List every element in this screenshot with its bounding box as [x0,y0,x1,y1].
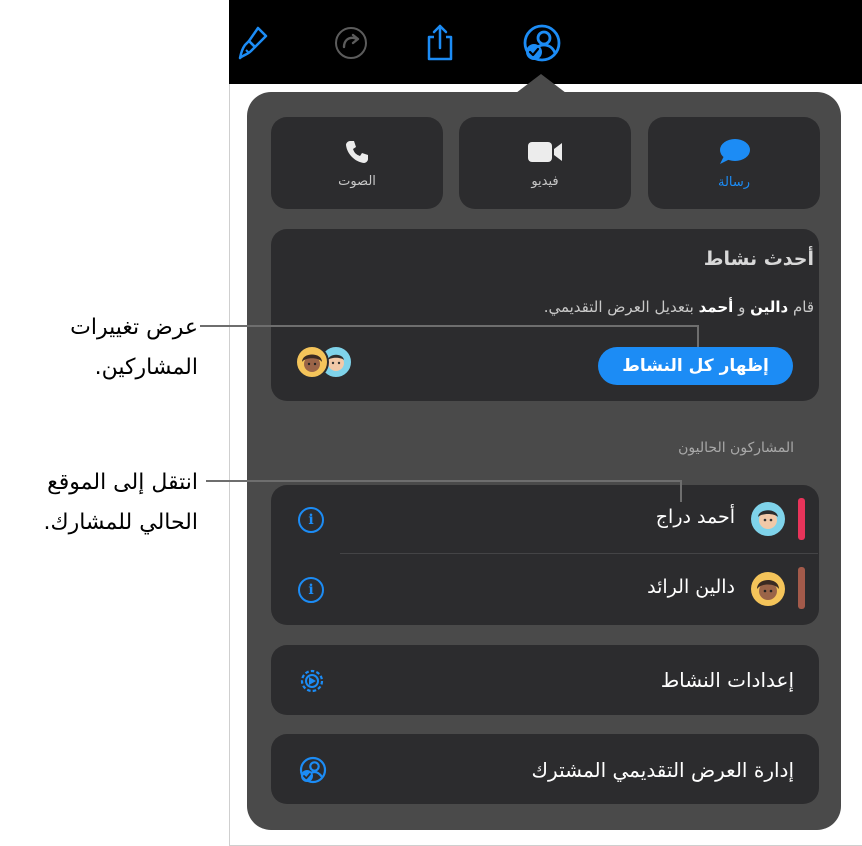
callout-show-changes: عرض تغييرات المشاركين. [0,308,198,388]
callout-go-to-location: انتقل إلى الموقع الحالي للمشارك. [0,463,198,543]
activity-conjunction: و [738,298,746,316]
activity-person-one: دالين [750,298,789,316]
activity-text-suffix: بتعديل العرض التقديمي. [543,298,694,316]
current-participants-label: المشاركون الحاليون [678,440,794,456]
callout-leader-line [200,325,698,327]
callout-show-changes-line2: المشاركين. [94,355,198,380]
manage-collaboration-icon [298,755,328,789]
participant-name[interactable]: دالين الرائد [647,576,735,598]
callout-go-to-location-line2: الحالي للمشارك. [43,510,198,535]
info-icon[interactable]: i [298,577,324,603]
participant-color-bar-ahmad [798,498,805,540]
manage-shared-presentation-label: إدارة العرض التقديمي المشترك [531,758,794,782]
video-label: فيديو [531,173,559,189]
activity-settings-icon [298,667,326,699]
participant-avatar-dalin [751,572,785,606]
info-icon[interactable]: i [298,507,324,533]
paintbrush-icon[interactable] [232,22,274,64]
callout-leader-line [697,325,699,347]
activity-text: قام دالين و أحمد بتعديل العرض التقديمي. [544,298,814,316]
callout-leader-line [206,480,681,482]
activity-text-prefix: قام [792,298,814,316]
callout-leader-line [680,480,682,502]
activity-title: أحدث نشاط [703,248,814,270]
toolbar [229,0,862,84]
video-button[interactable]: فيديو [459,117,631,209]
participant-avatar-ahmad [751,502,785,536]
message-label: رسالة [717,174,751,190]
callout-show-changes-line1: عرض تغييرات [70,315,198,340]
avatar-dalin [295,345,329,379]
activity-settings-label: إعدادات النشاط [660,668,794,692]
audio-button[interactable]: الصوت [271,117,443,209]
share-icon[interactable] [419,22,461,64]
participant-name[interactable]: أحمد دراج [656,506,735,528]
message-bubble-icon [720,138,750,164]
participants-card [271,485,819,625]
participant-color-bar-dalin [798,567,805,609]
collaboration-icon[interactable] [521,22,563,64]
participants-divider [340,553,818,554]
activity-person-two: أحمد [698,298,734,316]
callout-go-to-location-line1: انتقل إلى الموقع [47,470,198,495]
message-button[interactable]: رسالة [648,117,820,209]
popover-arrow [516,74,566,93]
phone-icon [346,140,368,163]
redo-icon[interactable] [330,22,372,64]
video-camera-icon [528,141,562,162]
show-all-activity-button[interactable]: إظهار كل النشاط [598,347,793,385]
audio-label: الصوت [338,173,376,189]
